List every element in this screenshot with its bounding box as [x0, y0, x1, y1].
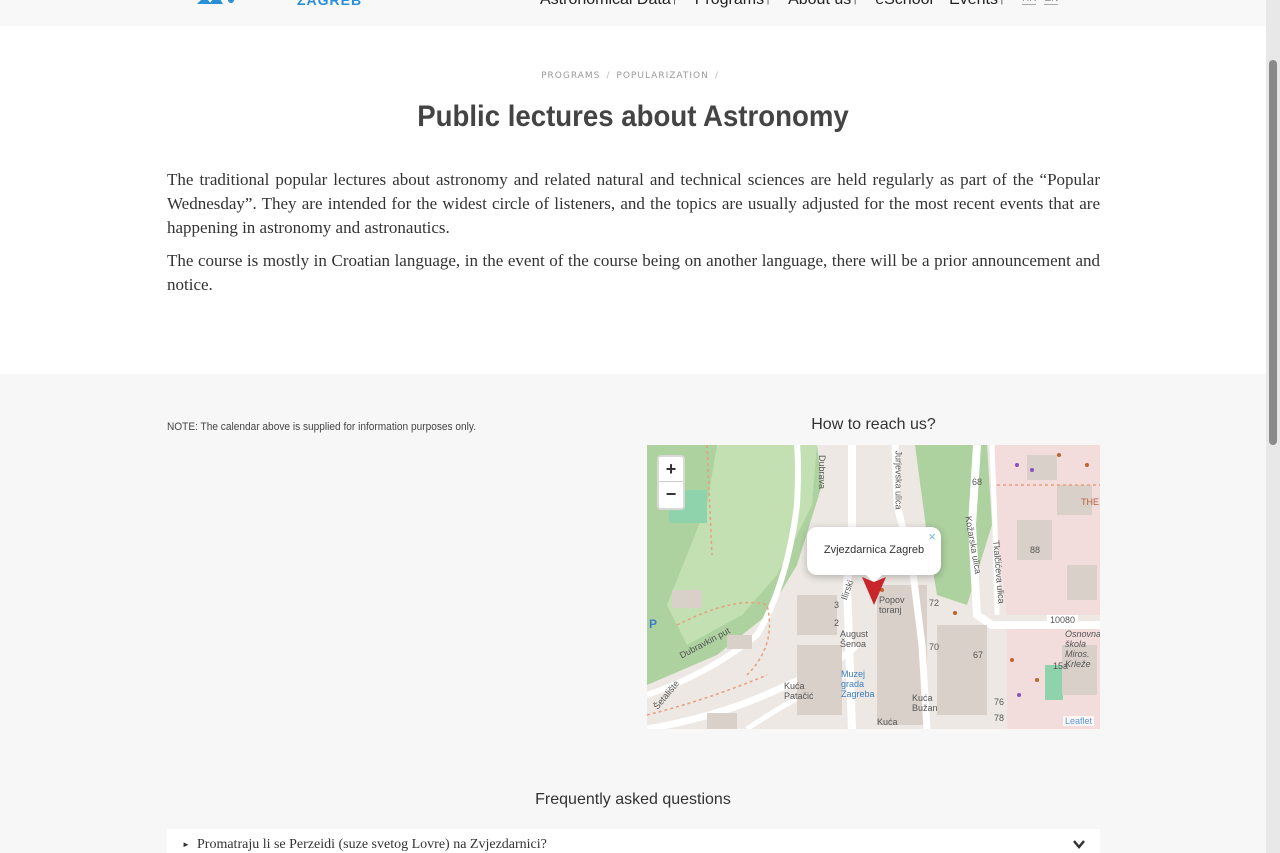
map-label: 3 [834, 600, 840, 610]
map-label: P [649, 617, 658, 631]
map-attribution[interactable]: Leaflet [1062, 716, 1094, 726]
map-label: Kuća [877, 717, 898, 727]
breadcrumb-popularization[interactable]: POPULARIZATION [616, 71, 708, 81]
map-label: Jurjevska ulica [893, 450, 904, 510]
zoom-out-button[interactable]: − [659, 482, 683, 507]
map-label: Kuća Bužan [912, 693, 938, 713]
nav-events[interactable]: Events↑ [949, 0, 1006, 9]
triangle-right-icon: ► [182, 840, 190, 849]
nav-about-us[interactable]: About us↑ [788, 0, 859, 9]
breadcrumb: PROGRAMS / POPULARIZATION / [0, 71, 1266, 81]
map-label: 72 [929, 598, 940, 608]
page-body: The traditional popular lectures about a… [167, 168, 1100, 306]
faq-question: Promatraju li se Perzeidi (suze svetog L… [197, 837, 547, 852]
popup-text: Zvjezdarnica Zagreb [823, 544, 925, 556]
faq-item[interactable]: ► Promatraju li se Perzeidi (suze svetog… [167, 829, 1100, 853]
breadcrumb-separator: / [714, 71, 719, 81]
logo-text[interactable]: ZAGREB [297, 0, 362, 8]
body-paragraph: The traditional popular lectures about a… [167, 170, 1100, 237]
map-label: 67 [973, 650, 984, 660]
map-label: August Šenoa [840, 629, 869, 649]
nav-eschool[interactable]: eSchool [875, 0, 933, 9]
language-switch: HR EN [1022, 0, 1059, 5]
map-label: 15a [1053, 661, 1069, 671]
map-label: Muzej grada Zagreba [841, 669, 875, 699]
map-label: Kuća Patačić [784, 681, 814, 701]
map-title: How to reach us? [811, 416, 936, 433]
scrollbar-thumb[interactable] [1269, 60, 1277, 445]
faq-title: Frequently asked questions [535, 791, 731, 808]
map-label: 88 [1030, 545, 1041, 555]
popup-close-button[interactable]: × [928, 529, 936, 544]
main-nav: Astronomical Data↑ Programs↑ About us↑ e… [540, 0, 1006, 9]
location-map[interactable]: Dubravkin put Dubrava Jurjevska ulica Ko… [647, 445, 1100, 729]
breadcrumb-programs[interactable]: PROGRAMS [541, 71, 600, 81]
map-label: 68 [972, 477, 983, 487]
top-navbar: ZAGREB Astronomical Data↑ Programs↑ Abou… [0, 0, 1266, 26]
lang-hr[interactable]: HR [1022, 0, 1037, 5]
main-content: PROGRAMS / POPULARIZATION / Public lectures… [0, 26, 1266, 374]
map-label: 76 [994, 697, 1005, 707]
map-label: THE [1081, 497, 1099, 507]
map-label: Osnovna škola Miros. Krleže [1065, 629, 1100, 669]
map-label: 2 [834, 618, 840, 628]
scrollbar[interactable] [1266, 0, 1280, 853]
site-logo-icon[interactable] [195, 0, 235, 6]
chevron-down-icon [1073, 840, 1085, 849]
map-popup: Zvjezdarnica Zagreb × [807, 527, 941, 575]
calendar-note: NOTE: The calendar above is supplied for… [167, 421, 477, 433]
nav-programs[interactable]: Programs↑ [695, 0, 772, 9]
lang-en[interactable]: EN [1044, 0, 1059, 5]
nav-astronomical-data[interactable]: Astronomical Data↑ [540, 0, 679, 9]
page-title: Public lectures about Astronomy [417, 100, 849, 133]
map-label: 78 [994, 713, 1005, 723]
map-label: 70 [929, 642, 940, 652]
body-paragraph: The course is mostly in Croatian languag… [167, 251, 1100, 294]
zoom-in-button[interactable]: + [659, 457, 683, 482]
map-zoom-control: + − [657, 455, 685, 510]
map-label: Dubrava [817, 454, 828, 490]
map-label: 10080 [1047, 615, 1079, 625]
breadcrumb-separator: / [606, 71, 611, 81]
